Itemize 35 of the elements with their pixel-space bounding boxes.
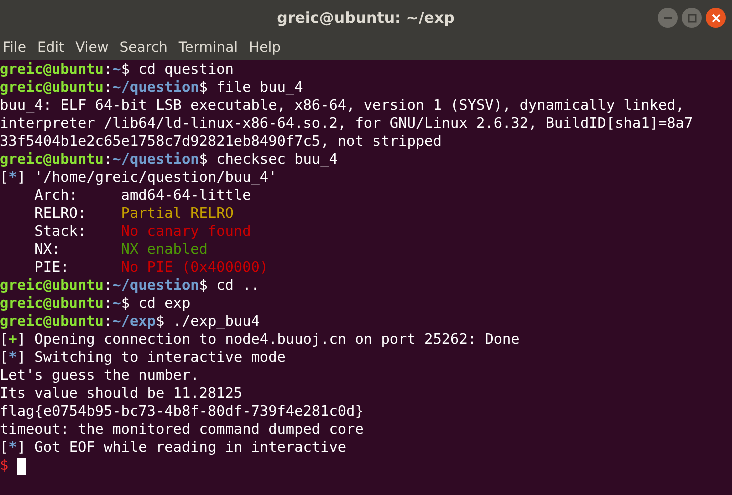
terminal-line: greic@ubuntu:~/question$ file buu_4 [0, 79, 304, 97]
terminal-line: RELRO: Partial RELRO [34, 205, 234, 223]
terminal-line: buu_4: ELF 64-bit LSB executable, x86-64, version 1 (SYSV), dynamically linked, [0, 97, 684, 115]
terminal-line: Its value should be 11.28125 [0, 385, 243, 403]
terminal-line: greic@ubuntu:~$ cd exp [0, 295, 191, 313]
terminal-line: $ [0, 457, 10, 475]
menu-item[interactable]: View [76, 41, 109, 55]
terminal-line: greic@ubuntu:~/question$ cd .. [0, 277, 260, 295]
menu-item[interactable]: File [3, 41, 26, 55]
terminal-line: greic@ubuntu:~/question$ checksec buu_4 [0, 151, 338, 169]
terminal-line: greic@ubuntu:~/exp$ ./exp_buu4 [0, 313, 260, 331]
menu-item[interactable]: Help [249, 41, 281, 55]
terminal-line: [*] Got EOF while reading in interactive [0, 439, 347, 457]
menu-item[interactable]: Terminal [178, 41, 238, 55]
window-title: greic@ubuntu: ~/exp [277, 8, 455, 29]
terminal-line: [*] '/home/greic/question/buu_4' [0, 169, 278, 187]
minimize-icon [664, 17, 672, 19]
minimize-button[interactable] [658, 8, 678, 28]
menu-item[interactable]: Search [120, 41, 168, 55]
terminal-line: Stack: No canary found [34, 223, 252, 241]
terminal-line: [+] Opening connection to node4.buuoj.cn on port 25262: Done [0, 331, 520, 349]
terminal-line: NX: NX enabled [34, 241, 208, 259]
terminal-line: timeout: the monitored command dumped core [0, 421, 364, 439]
terminal-line: Let's guess the number. [0, 367, 200, 385]
menu-item[interactable]: Edit [37, 41, 65, 55]
terminal-line: 33f5404b1e2c65e1758c7d92821eb8490f7c5, not stripped [0, 133, 442, 151]
close-icon [712, 14, 720, 22]
close-button[interactable] [706, 8, 726, 28]
terminal-line: interpreter /lib64/ld-linux-x86-64.so.2, for GNU/Linux 2.6.32, BuildID[sha1]=8a7 [0, 115, 694, 133]
maximize-icon [688, 14, 696, 22]
terminal-line: Arch: amd64-64-little [34, 187, 252, 205]
terminal-line: flag{e0754b95-bc73-4b8f-80df-739f4e281c0d} [0, 403, 364, 421]
terminal-line: PIE: No PIE (0x400000) [34, 259, 269, 277]
terminal-line: greic@ubuntu:~$ cd question [0, 61, 234, 79]
terminal-line: [*] Switching to interactive mode [0, 349, 286, 367]
